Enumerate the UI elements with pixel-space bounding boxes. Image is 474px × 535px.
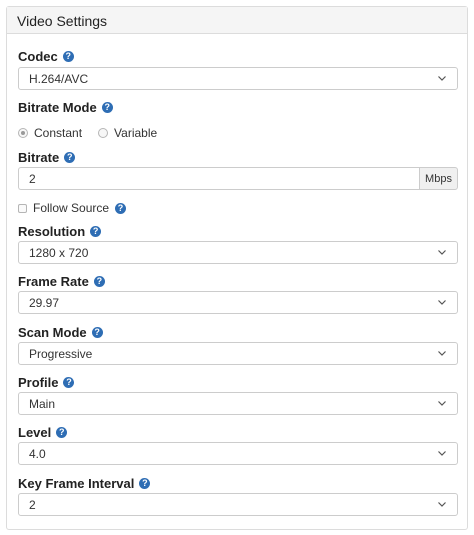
follow-source-label: Follow Source	[33, 201, 110, 215]
key-frame-interval-select[interactable]: 2	[18, 493, 458, 516]
scan-mode-label-row: Scan Mode ?	[18, 325, 103, 340]
follow-source-row: Follow Source ?	[18, 201, 127, 215]
level-select[interactable]: 4.0	[18, 442, 458, 465]
level-value: 4.0	[29, 446, 46, 461]
frame-rate-label: Frame Rate	[18, 274, 89, 289]
resolution-select[interactable]: 1280 x 720	[18, 241, 458, 264]
codec-label-row: Codec ?	[18, 49, 74, 64]
question-circle-icon[interactable]: ?	[56, 427, 68, 438]
profile-select[interactable]: Main	[18, 392, 458, 415]
question-circle-icon[interactable]: ?	[64, 152, 76, 163]
resolution-label: Resolution	[18, 224, 86, 239]
constant-radio[interactable]	[18, 128, 28, 138]
profile-value: Main	[29, 396, 56, 411]
variable-radio-label: Variable	[114, 126, 158, 140]
bitrate-input[interactable]: 2	[18, 167, 419, 190]
resolution-label-row: Resolution ?	[18, 224, 102, 239]
chevron-down-icon	[437, 399, 447, 409]
chevron-down-icon	[437, 500, 447, 510]
question-circle-icon[interactable]: ?	[91, 327, 103, 338]
key-frame-interval-label: Key Frame Interval	[18, 476, 135, 491]
bitrate-mode-label-row: Bitrate Mode ?	[18, 100, 113, 115]
chevron-down-icon	[437, 248, 447, 258]
question-circle-icon[interactable]: ?	[139, 478, 151, 489]
scan-mode-value: Progressive	[29, 346, 93, 361]
level-label-row: Level ?	[18, 425, 68, 440]
scan-mode-select[interactable]: Progressive	[18, 342, 458, 365]
question-circle-icon[interactable]: ?	[93, 276, 105, 287]
question-circle-icon[interactable]: ?	[90, 226, 102, 237]
question-circle-icon[interactable]: ?	[63, 377, 75, 388]
video-settings-panel: Video Settings Codec ? H.264/AVC Bitrate…	[6, 6, 468, 530]
codec-label: Codec	[18, 49, 58, 64]
question-circle-icon[interactable]: ?	[101, 102, 113, 113]
frame-rate-value: 29.97	[29, 295, 60, 310]
resolution-value: 1280 x 720	[29, 245, 89, 260]
bitrate-label: Bitrate	[18, 150, 60, 165]
profile-label: Profile	[18, 375, 59, 390]
panel-title: Video Settings	[7, 7, 467, 34]
bitrate-input-group: 2 Mbps	[18, 167, 458, 190]
codec-select[interactable]: H.264/AVC	[18, 67, 458, 90]
chevron-down-icon	[437, 349, 447, 359]
level-label: Level	[18, 425, 52, 440]
variable-radio[interactable]	[98, 128, 109, 138]
bitrate-mode-options: Constant Variable	[18, 126, 157, 140]
key-frame-interval-value: 2	[29, 497, 36, 512]
question-circle-icon[interactable]: ?	[62, 51, 74, 62]
scan-mode-label: Scan Mode	[18, 325, 87, 340]
chevron-down-icon	[437, 74, 447, 84]
question-circle-icon[interactable]: ?	[115, 202, 127, 214]
key-frame-interval-label-row: Key Frame Interval ?	[18, 476, 151, 491]
bitrate-label-row: Bitrate ?	[18, 150, 76, 165]
frame-rate-select[interactable]: 29.97	[18, 291, 458, 314]
frame-rate-label-row: Frame Rate ?	[18, 274, 105, 289]
bitrate-mode-label: Bitrate Mode	[18, 100, 97, 115]
bitrate-unit: Mbps	[419, 167, 458, 190]
follow-source-checkbox[interactable]	[18, 203, 27, 213]
constant-radio-label: Constant	[34, 126, 83, 140]
profile-label-row: Profile ?	[18, 375, 75, 390]
chevron-down-icon	[437, 298, 447, 308]
chevron-down-icon	[437, 449, 447, 459]
codec-value: H.264/AVC	[29, 71, 89, 86]
